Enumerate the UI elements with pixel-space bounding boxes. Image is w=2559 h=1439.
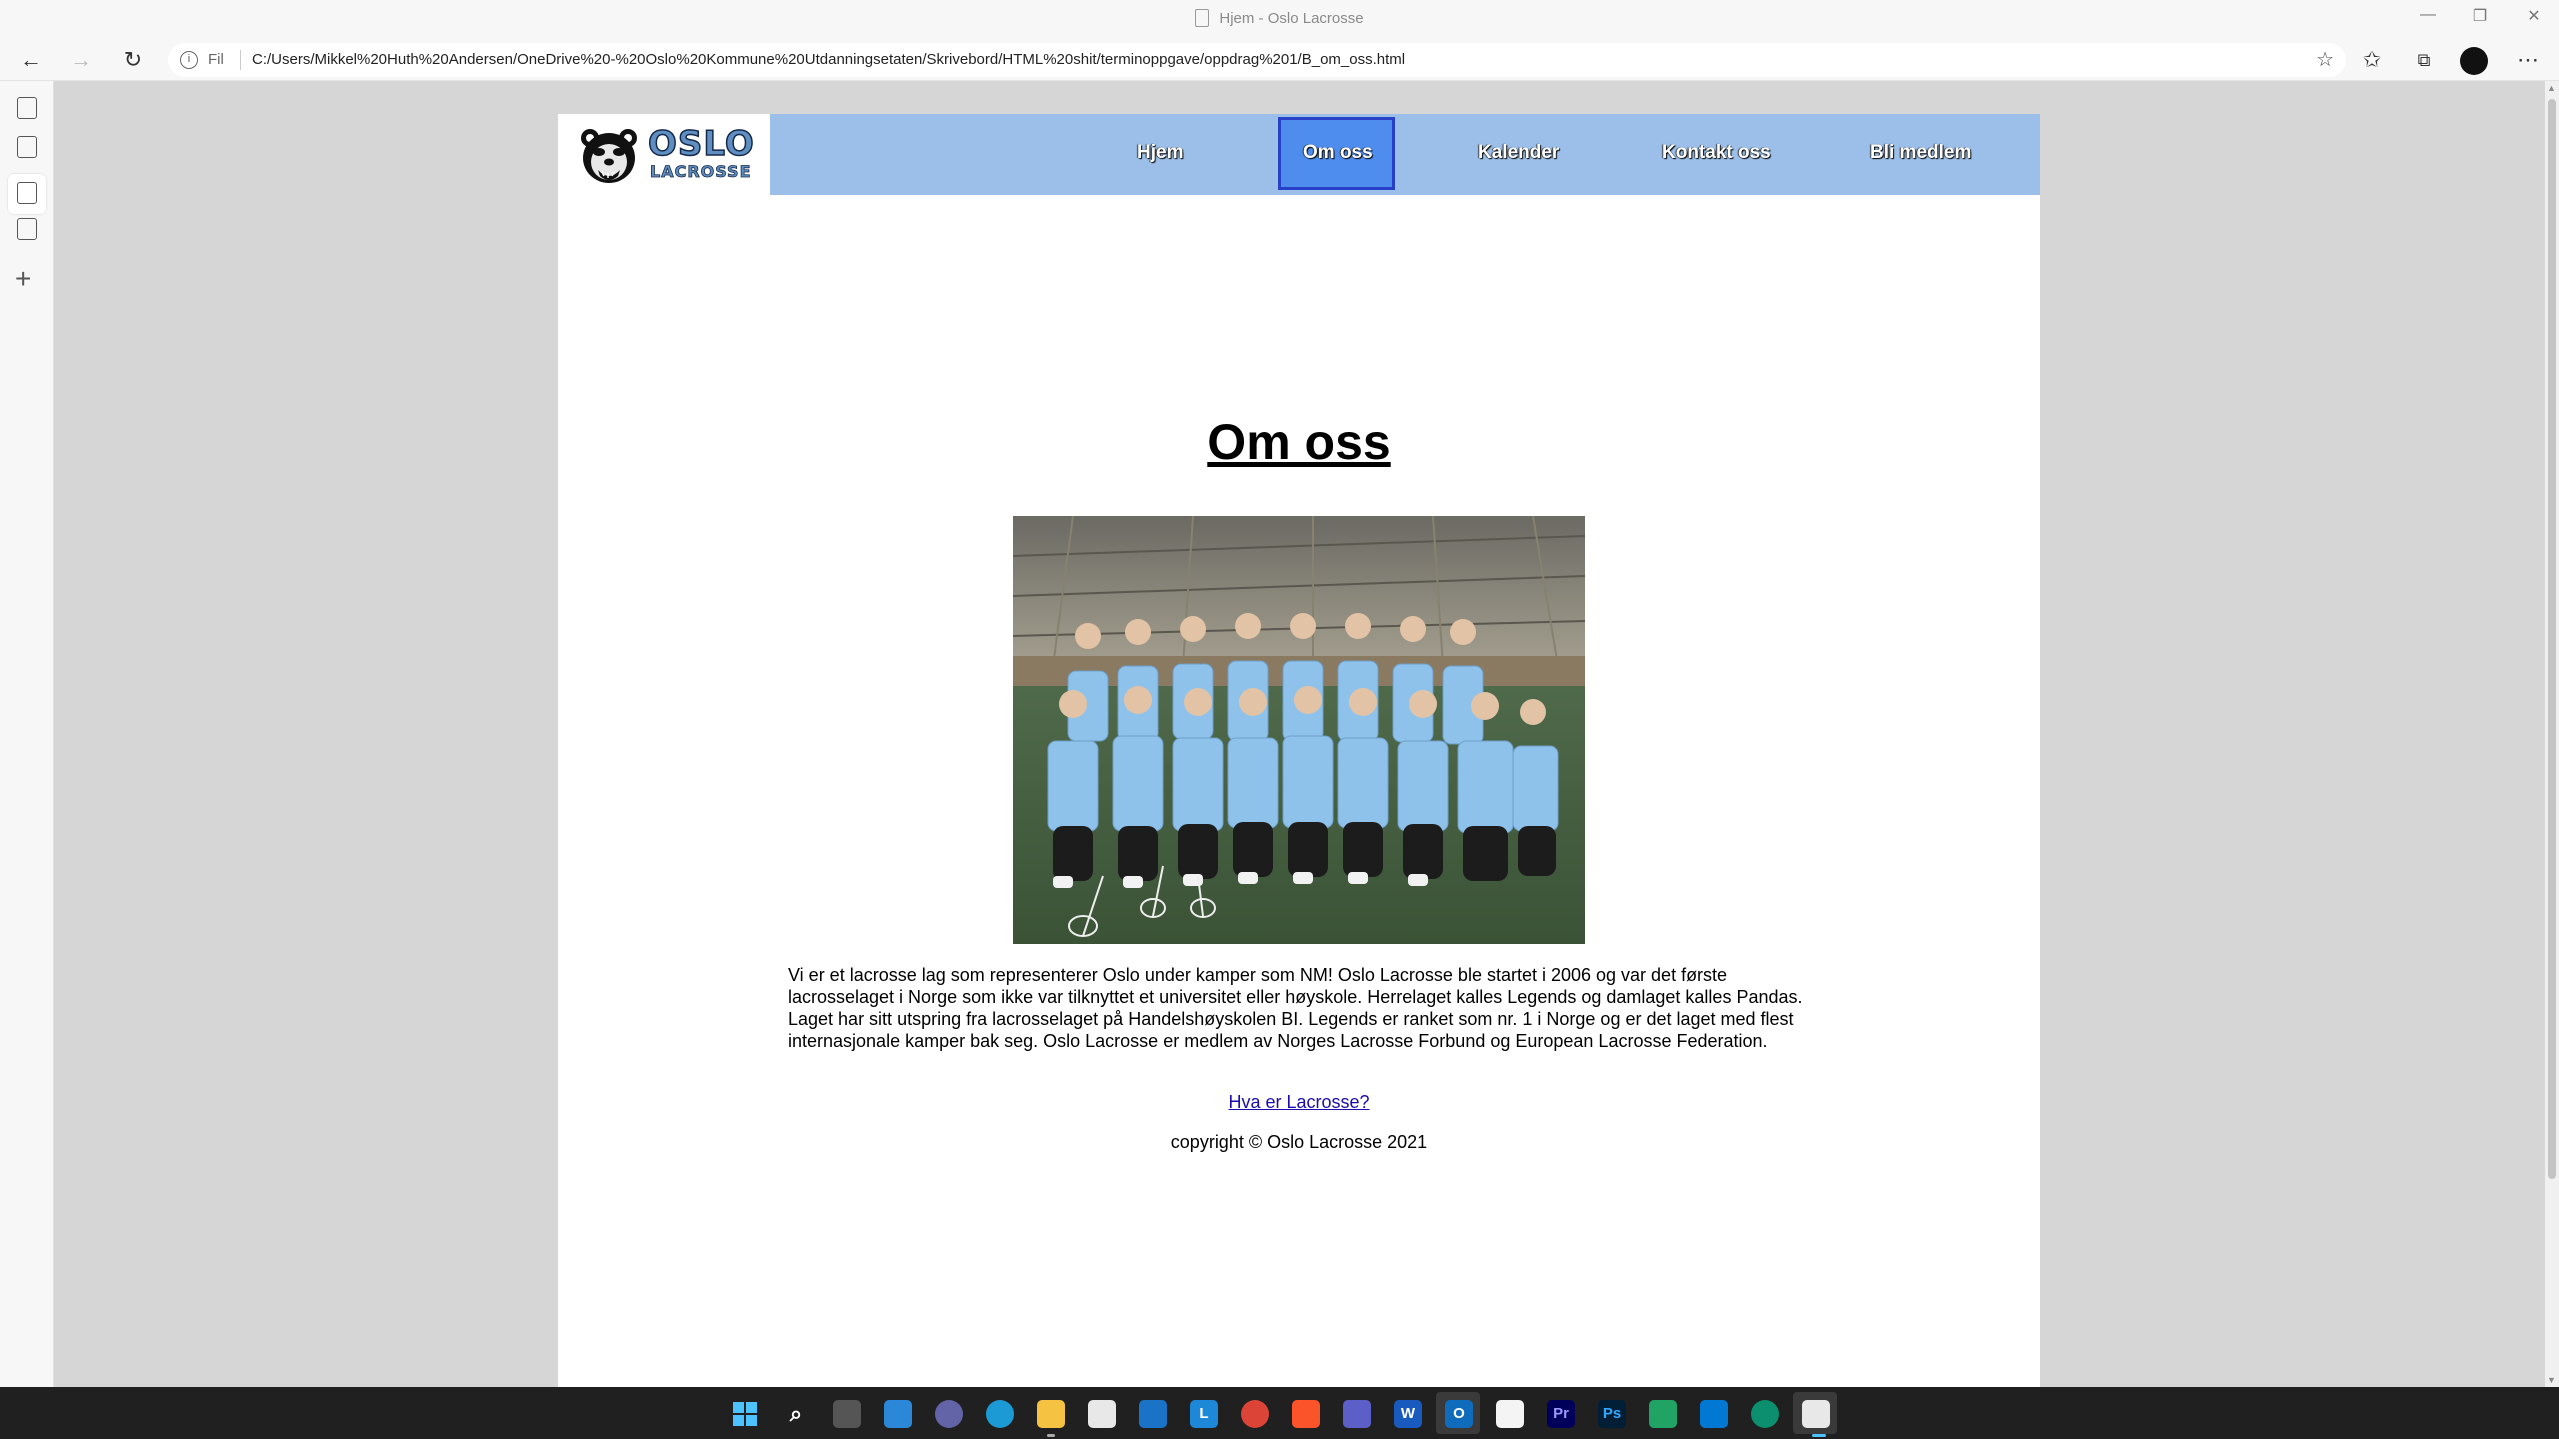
scrollbar-thumb[interactable] bbox=[2548, 99, 2556, 1179]
chat-icon[interactable] bbox=[935, 1400, 963, 1428]
nav-item-om-oss[interactable]: Om oss bbox=[1303, 142, 1373, 164]
back-icon[interactable]: ← bbox=[16, 45, 46, 75]
tab-icon[interactable] bbox=[17, 218, 37, 240]
favorites-icon[interactable]: ✩ bbox=[2357, 45, 2387, 75]
nav-item-kalender[interactable]: Kalender bbox=[1478, 142, 1559, 164]
window-title: Hjem - Oslo Lacrosse bbox=[0, 9, 2559, 27]
url-text[interactable]: C:/Users/Mikkel%20Huth%20Andersen/OneDri… bbox=[252, 51, 1405, 68]
more-menu-icon[interactable]: ⋯ bbox=[2513, 45, 2543, 75]
bear-logo-icon bbox=[581, 129, 637, 183]
edge-icon[interactable] bbox=[986, 1400, 1014, 1428]
profile-avatar[interactable] bbox=[2460, 47, 2488, 75]
active-indicator bbox=[1812, 1434, 1826, 1437]
chrome-icon[interactable] bbox=[1241, 1400, 1269, 1428]
running-indicator bbox=[1047, 1434, 1055, 1437]
mail-icon[interactable] bbox=[1139, 1400, 1167, 1428]
file-explorer-icon[interactable] bbox=[1037, 1400, 1065, 1428]
new-tab-icon[interactable]: + bbox=[15, 263, 31, 295]
address-bar[interactable]: i Fil C:/Users/Mikkel%20Huth%20Andersen/… bbox=[168, 43, 2346, 77]
windows-start-icon[interactable] bbox=[731, 1400, 759, 1428]
tab-icon[interactable] bbox=[17, 136, 37, 158]
scheme-label: Fil bbox=[208, 51, 224, 68]
logo-text-oslo: OSLO bbox=[647, 123, 755, 165]
logo-text-lacrosse: LACROSSE bbox=[650, 162, 752, 182]
search-icon[interactable]: ⌕ bbox=[782, 1400, 810, 1428]
browser-toolbar: ← → ↻ i Fil C:/Users/Mikkel%20Huth%20And… bbox=[0, 39, 2559, 81]
team-photo bbox=[1013, 516, 1585, 944]
excel-icon[interactable] bbox=[1649, 1400, 1677, 1428]
page-viewport: OSLO LACROSSE Hjem Om oss Kalender Konta… bbox=[55, 81, 2545, 1387]
collections-icon[interactable]: ⧉ bbox=[2409, 45, 2439, 75]
vscode-icon[interactable] bbox=[1700, 1400, 1728, 1428]
windows-taskbar: ⌕ L W O Pr Ps bbox=[0, 1387, 2559, 1439]
about-text: Vi er et lacrosse lag som representerer … bbox=[788, 965, 1803, 1051]
scroll-up-icon[interactable]: ▲ bbox=[2547, 83, 2556, 93]
what-is-lacrosse-link[interactable]: Hva er Lacrosse? bbox=[558, 1092, 2040, 1113]
address-separator bbox=[240, 50, 241, 70]
web-page: OSLO LACROSSE Hjem Om oss Kalender Konta… bbox=[558, 114, 2040, 1387]
site-nav: OSLO LACROSSE Hjem Om oss Kalender Konta… bbox=[558, 114, 2040, 195]
nav-item-bli-medlem[interactable]: Bli medlem bbox=[1870, 142, 1971, 164]
store-icon[interactable] bbox=[1088, 1400, 1116, 1428]
nav-item-kontakt-oss[interactable]: Kontakt oss bbox=[1662, 142, 1771, 164]
app-l-icon[interactable]: L bbox=[1190, 1400, 1218, 1428]
scroll-down-icon[interactable]: ▼ bbox=[2547, 1375, 2556, 1385]
copyright-footer: copyright © Oslo Lacrosse 2021 bbox=[1170, 1132, 1428, 1152]
document-icon bbox=[1195, 9, 1210, 27]
page-title: Om oss bbox=[1207, 414, 1391, 470]
brave-icon[interactable] bbox=[1292, 1400, 1320, 1428]
active-tab-icon[interactable] bbox=[17, 182, 37, 204]
task-view-icon[interactable] bbox=[833, 1400, 861, 1428]
outlook-icon[interactable]: O bbox=[1445, 1400, 1473, 1428]
close-button[interactable]: ✕ bbox=[2514, 6, 2554, 26]
info-icon[interactable]: i bbox=[180, 51, 198, 69]
forward-icon[interactable]: → bbox=[66, 45, 96, 75]
window-titlebar: Hjem - Oslo Lacrosse — ❐ ✕ bbox=[0, 0, 2559, 39]
notepad-icon[interactable] bbox=[1496, 1400, 1524, 1428]
teams-icon[interactable] bbox=[1343, 1400, 1371, 1428]
minimize-button[interactable]: — bbox=[2408, 6, 2448, 24]
tab-actions-icon[interactable] bbox=[17, 97, 37, 119]
nav-item-hjem[interactable]: Hjem bbox=[1137, 142, 1183, 164]
photoshop-icon[interactable]: Ps bbox=[1598, 1400, 1626, 1428]
active-file-icon[interactable] bbox=[1802, 1400, 1830, 1428]
word-icon[interactable]: W bbox=[1394, 1400, 1422, 1428]
refresh-icon[interactable]: ↻ bbox=[118, 45, 148, 75]
edge-dev-icon[interactable] bbox=[1751, 1400, 1779, 1428]
widgets-icon[interactable] bbox=[884, 1400, 912, 1428]
page-scrollbar[interactable]: ▲ ▼ bbox=[2545, 81, 2559, 1387]
vertical-tabs-panel: + bbox=[0, 81, 54, 1387]
add-favorite-icon[interactable]: ☆ bbox=[2316, 47, 2334, 72]
restore-button[interactable]: ❐ bbox=[2460, 6, 2500, 26]
premiere-icon[interactable]: Pr bbox=[1547, 1400, 1575, 1428]
site-logo[interactable]: OSLO LACROSSE bbox=[558, 114, 770, 195]
